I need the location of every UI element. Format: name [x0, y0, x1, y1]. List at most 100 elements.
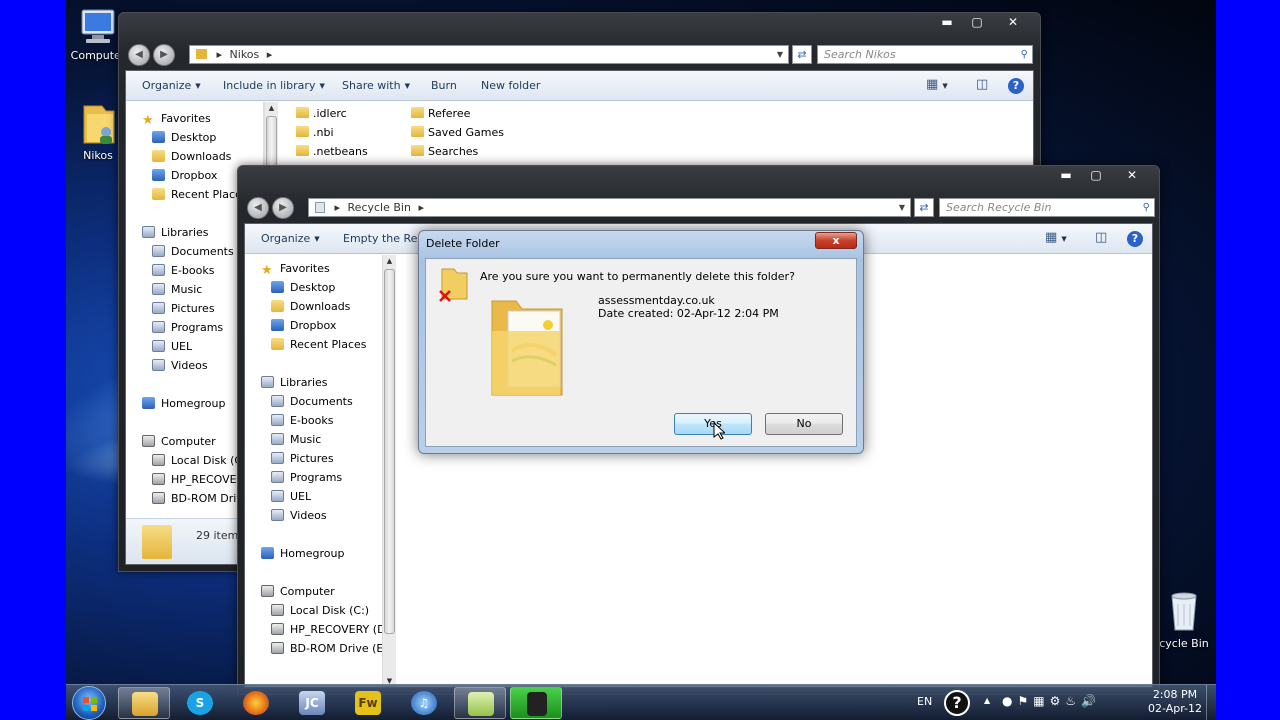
file-item[interactable]: .netbeans [296, 145, 368, 158]
nav-item[interactable]: UEL [271, 489, 311, 505]
folder-icon [132, 692, 158, 716]
maximize-button[interactable]: ▢ [1081, 166, 1111, 185]
file-item[interactable]: Saved Games [411, 126, 504, 139]
close-button[interactable]: x [815, 232, 857, 249]
minimize-button[interactable]: ▬ [932, 13, 962, 32]
back-button[interactable]: ◀ [247, 197, 269, 219]
nav-item[interactable]: E-books [152, 263, 214, 279]
chevron-down-icon[interactable]: ▼ [894, 199, 910, 216]
nav-item[interactable]: Videos [152, 358, 208, 374]
view-options-icon[interactable]: ▦ ▼ [1045, 230, 1067, 245]
organize-menu[interactable]: Organize ▼ [142, 79, 201, 92]
nav-item[interactable]: ★ Favorites [142, 111, 211, 127]
breadcrumb[interactable]: Recycle Bin [348, 201, 411, 214]
nav-item-label: Videos [290, 509, 327, 522]
nav-item[interactable]: Programs [271, 470, 342, 486]
nav-item[interactable]: UEL [152, 339, 192, 355]
preview-pane-icon[interactable]: ◫ [976, 77, 988, 92]
new-folder-button[interactable]: New folder [481, 79, 540, 92]
chevron-down-icon[interactable]: ▼ [772, 46, 788, 63]
nav-item-label: Computer [280, 585, 335, 598]
nav-item[interactable]: E-books [271, 413, 333, 429]
breadcrumb[interactable]: Nikos [230, 48, 260, 61]
nav-item[interactable]: Local Disk (C:) [271, 603, 369, 619]
nav-item[interactable]: ★ Favorites [261, 261, 330, 277]
nav-item[interactable]: Programs [152, 320, 223, 336]
nav-item[interactable]: Desktop [271, 280, 335, 296]
file-item[interactable]: .nbi [296, 126, 334, 139]
nav-item[interactable]: Local Disk (C:) [152, 453, 250, 469]
search-input[interactable]: Search Recycle Bin ⚲ [939, 198, 1155, 217]
nav-item[interactable]: Recent Places [271, 337, 367, 353]
nav-item[interactable]: Libraries [261, 375, 328, 391]
nav-item[interactable]: Music [152, 282, 202, 298]
include-in-library-menu[interactable]: Include in library ▼ [223, 79, 325, 92]
taskbar-camtasia[interactable] [510, 687, 562, 719]
nav-scrollbar[interactable]: ▲ ▼ [382, 255, 396, 687]
address-bar[interactable]: ▸ Recycle Bin ▸ ▼ [308, 198, 911, 217]
burn-button[interactable]: Burn [431, 79, 457, 92]
nav-item[interactable]: Homegroup [142, 396, 225, 412]
organize-menu[interactable]: Organize ▼ [261, 232, 320, 245]
address-bar[interactable]: ▸ Nikos ▸ ▼ [189, 45, 789, 64]
nav-item[interactable]: Computer [261, 584, 335, 600]
search-input[interactable]: Search Nikos ⚲ [817, 45, 1033, 64]
minimize-button[interactable]: ▬ [1051, 166, 1081, 185]
nav-item[interactable]: Videos [271, 508, 327, 524]
no-button[interactable]: No [765, 413, 843, 435]
taskbar-jcreator[interactable]: JC [286, 687, 338, 719]
view-options-icon[interactable]: ▦ ▼ [926, 77, 948, 92]
nav-item[interactable]: Pictures [152, 301, 215, 317]
nav-item[interactable]: Libraries [142, 225, 209, 241]
nav-item[interactable]: HP_RECOVERY (D:) [271, 622, 382, 638]
nav-item[interactable]: Dropbox [152, 168, 217, 184]
taskbar-skype[interactable]: S [174, 687, 226, 719]
nav-item-label: Local Disk (C:) [290, 604, 370, 617]
nav-item[interactable]: Dropbox [271, 318, 336, 334]
back-button[interactable]: ◀ [128, 44, 150, 66]
language-indicator[interactable]: EN [917, 695, 932, 708]
help-icon[interactable]: ? [1127, 231, 1143, 247]
file-item[interactable]: Referee [411, 107, 470, 120]
refresh-button[interactable]: ⇄ [792, 45, 812, 64]
nav-item[interactable]: Music [271, 432, 321, 448]
taskbar-explorer[interactable] [118, 687, 170, 719]
nav-item[interactable]: Downloads [271, 299, 350, 315]
nav-item[interactable]: BD-ROM Drive [152, 491, 250, 507]
show-desktop-button[interactable] [1206, 685, 1216, 720]
share-with-menu[interactable]: Share with ▼ [342, 79, 410, 92]
show-hidden-icons-icon[interactable]: ▲ [984, 696, 990, 705]
refresh-button[interactable]: ⇄ [914, 198, 934, 217]
nav-item[interactable]: Documents [271, 394, 353, 410]
nav-item[interactable]: Documents [152, 244, 234, 260]
nav-item[interactable]: Computer [142, 434, 216, 450]
taskbar-fireworks[interactable]: Fw [342, 687, 394, 719]
help-icon[interactable]: ? [1008, 78, 1024, 94]
file-item[interactable]: Searches [411, 145, 478, 158]
close-button[interactable]: ✕ [1111, 166, 1153, 185]
nav-item[interactable]: Recent Places [152, 187, 248, 203]
nav-item[interactable]: BD-ROM Drive (E:) [271, 641, 382, 657]
nav-item[interactable]: Downloads [152, 149, 231, 165]
nav-item-label: Programs [171, 321, 224, 334]
close-button[interactable]: ✕ [992, 13, 1034, 32]
nav-item[interactable]: Pictures [271, 451, 334, 467]
taskbar-ebook[interactable] [454, 687, 506, 719]
start-button[interactable] [72, 686, 106, 720]
empty-recycle-bin-button[interactable]: Empty the Recy [343, 232, 430, 245]
nav-item-label: Dropbox [171, 169, 218, 182]
tray-icons[interactable]: ●⚑▦⚙♨🔊 [1002, 694, 1101, 708]
preview-pane-icon[interactable]: ◫ [1095, 230, 1107, 245]
clock[interactable]: 2:08 PM 02-Apr-12 [1148, 688, 1202, 716]
help-tray-icon[interactable]: ? [944, 690, 970, 716]
search-icon: ⚲ [1142, 202, 1150, 213]
file-item[interactable]: .idlerc [296, 107, 347, 120]
nav-item[interactable]: HP_RECOVERY [152, 472, 250, 488]
forward-button[interactable]: ▶ [153, 44, 175, 66]
nav-item[interactable]: Desktop [152, 130, 216, 146]
taskbar-firefox[interactable] [230, 687, 282, 719]
nav-item[interactable]: Homegroup [261, 546, 344, 562]
forward-button[interactable]: ▶ [272, 197, 294, 219]
maximize-button[interactable]: ▢ [962, 13, 992, 32]
taskbar-itunes[interactable]: ♫ [398, 687, 450, 719]
